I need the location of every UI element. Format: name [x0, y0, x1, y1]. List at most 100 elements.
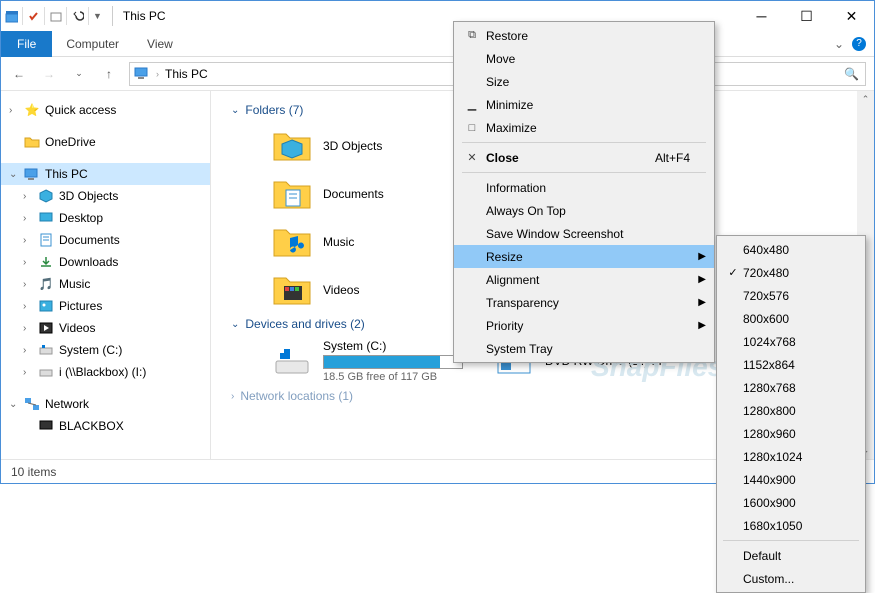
- resize-submenu: 640x480 ✓720x480 720x576 800x600 1024x76…: [716, 235, 866, 593]
- menu-information[interactable]: Information: [454, 176, 714, 199]
- resize-1280x768[interactable]: 1280x768: [717, 376, 865, 399]
- menu-alignment[interactable]: Alignment▶: [454, 268, 714, 291]
- network-icon: [23, 396, 41, 412]
- ribbon: File Computer View ⌄ ?: [1, 31, 874, 57]
- folder-icon: [271, 173, 313, 215]
- view-tab[interactable]: View: [133, 33, 187, 55]
- chevron-right-icon[interactable]: ›: [23, 345, 37, 356]
- resize-720x576[interactable]: 720x576: [717, 284, 865, 307]
- menu-size[interactable]: Size: [454, 70, 714, 93]
- resize-1280x960[interactable]: 1280x960: [717, 422, 865, 445]
- documents-icon: [37, 232, 55, 248]
- resize-1440x900[interactable]: 1440x900: [717, 468, 865, 491]
- nav-up-button[interactable]: ↑: [95, 60, 123, 88]
- chevron-right-icon: ›: [231, 391, 234, 402]
- help-icon[interactable]: ?: [852, 37, 866, 51]
- qat-undo-icon[interactable]: [71, 7, 89, 25]
- resize-640x480[interactable]: 640x480: [717, 238, 865, 261]
- chevron-right-icon[interactable]: ›: [23, 279, 37, 290]
- close-icon: ✕: [462, 151, 482, 164]
- minimize-button[interactable]: ─: [739, 1, 784, 31]
- drive-usage-bar: [323, 355, 463, 369]
- drive-system-c[interactable]: System (C:) 18.5 GB free of 117 GB: [271, 339, 463, 383]
- address-text: This PC: [165, 67, 208, 81]
- resize-720x480[interactable]: ✓720x480: [717, 261, 865, 284]
- chevron-right-icon[interactable]: ›: [23, 257, 37, 268]
- tree-pictures[interactable]: ›Pictures: [1, 295, 210, 317]
- menu-transparency[interactable]: Transparency▶: [454, 291, 714, 314]
- close-accelerator: Alt+F4: [655, 151, 690, 165]
- menu-close[interactable]: ✕CloseAlt+F4: [454, 146, 714, 169]
- resize-800x600[interactable]: 800x600: [717, 307, 865, 330]
- chevron-right-icon[interactable]: ›: [23, 191, 37, 202]
- submenu-arrow-icon: ▶: [698, 297, 706, 308]
- titlebar: ▼ This PC ─ ☐ ✕: [1, 1, 874, 31]
- tree-system-c[interactable]: ›System (C:): [1, 339, 210, 361]
- resize-1680x1050[interactable]: 1680x1050: [717, 514, 865, 537]
- close-button[interactable]: ✕: [829, 1, 874, 31]
- qat-properties-icon[interactable]: [27, 7, 45, 25]
- chevron-right-icon[interactable]: ›: [23, 213, 37, 224]
- tree-this-pc[interactable]: ⌄This PC: [1, 163, 210, 185]
- chevron-down-icon[interactable]: ⌄: [9, 169, 23, 180]
- tree-network-drive[interactable]: ›i (\\Blackbox) (I:): [1, 361, 210, 383]
- menu-priority[interactable]: Priority▶: [454, 314, 714, 337]
- tree-desktop[interactable]: ›Desktop: [1, 207, 210, 229]
- chevron-right-icon[interactable]: ›: [23, 323, 37, 334]
- item-count: 10 items: [11, 465, 56, 479]
- resize-1152x864[interactable]: 1152x864: [717, 353, 865, 376]
- pictures-icon: [37, 298, 55, 314]
- menu-move[interactable]: Move: [454, 47, 714, 70]
- system-menu: ⧉Restore Move Size ▁Minimize □Maximize ✕…: [453, 21, 715, 363]
- tree-music[interactable]: ›🎵Music: [1, 273, 210, 295]
- tree-3d-objects[interactable]: ›3D Objects: [1, 185, 210, 207]
- tree-documents[interactable]: ›Documents: [1, 229, 210, 251]
- menu-restore[interactable]: ⧉Restore: [454, 24, 714, 47]
- chevron-right-icon[interactable]: ›: [9, 105, 23, 116]
- submenu-arrow-icon: ▶: [698, 320, 706, 331]
- drive-icon: [271, 340, 313, 382]
- resize-custom[interactable]: Custom...: [717, 567, 865, 590]
- tree-network[interactable]: ⌄Network: [1, 393, 210, 415]
- ribbon-expand-icon[interactable]: ⌄: [834, 37, 844, 51]
- computer-tab[interactable]: Computer: [52, 33, 133, 55]
- file-tab[interactable]: File: [1, 31, 52, 57]
- menu-system-tray[interactable]: System Tray: [454, 337, 714, 360]
- menu-minimize[interactable]: ▁Minimize: [454, 93, 714, 116]
- qat-new-folder-icon[interactable]: [49, 7, 67, 25]
- tree-blackbox[interactable]: BLACKBOX: [1, 415, 210, 437]
- chevron-right-icon[interactable]: ›: [23, 301, 37, 312]
- nav-forward-button[interactable]: →: [35, 60, 63, 88]
- resize-default[interactable]: Default: [717, 544, 865, 567]
- scroll-up-icon[interactable]: ⌃: [857, 91, 874, 108]
- tree-downloads[interactable]: ›Downloads: [1, 251, 210, 273]
- chevron-down-icon: ⌄: [231, 319, 239, 330]
- menu-resize[interactable]: Resize▶: [454, 245, 714, 268]
- maximize-button[interactable]: ☐: [784, 1, 829, 31]
- network-drive-icon: [37, 364, 55, 380]
- search-icon: 🔍: [844, 67, 859, 81]
- tree-quick-access[interactable]: ›⭐Quick access: [1, 99, 210, 121]
- resize-1280x800[interactable]: 1280x800: [717, 399, 865, 422]
- computer-icon: [37, 418, 55, 434]
- nav-recent-dropdown[interactable]: ⌄: [65, 60, 93, 88]
- folder-icon: [271, 125, 313, 167]
- resize-1280x1024[interactable]: 1280x1024: [717, 445, 865, 468]
- tree-videos[interactable]: ›Videos: [1, 317, 210, 339]
- tree-onedrive[interactable]: OneDrive: [1, 131, 210, 153]
- chevron-down-icon[interactable]: ⌄: [9, 399, 23, 410]
- menu-save-screenshot[interactable]: Save Window Screenshot: [454, 222, 714, 245]
- check-icon: ✓: [723, 266, 743, 279]
- navigation-pane: ›⭐Quick access OneDrive ⌄This PC ›3D Obj…: [1, 91, 211, 459]
- chevron-right-icon[interactable]: ›: [23, 235, 37, 246]
- submenu-arrow-icon: ▶: [698, 274, 706, 285]
- menu-maximize[interactable]: □Maximize: [454, 116, 714, 139]
- address-chevron-icon[interactable]: ›: [156, 69, 159, 79]
- nav-back-button[interactable]: ←: [5, 60, 33, 88]
- chevron-right-icon[interactable]: ›: [23, 367, 37, 378]
- qat-dropdown-icon[interactable]: ▼: [93, 11, 102, 21]
- menu-always-on-top[interactable]: Always On Top: [454, 199, 714, 222]
- resize-1600x900[interactable]: 1600x900: [717, 491, 865, 514]
- pc-icon: [23, 166, 41, 182]
- resize-1024x768[interactable]: 1024x768: [717, 330, 865, 353]
